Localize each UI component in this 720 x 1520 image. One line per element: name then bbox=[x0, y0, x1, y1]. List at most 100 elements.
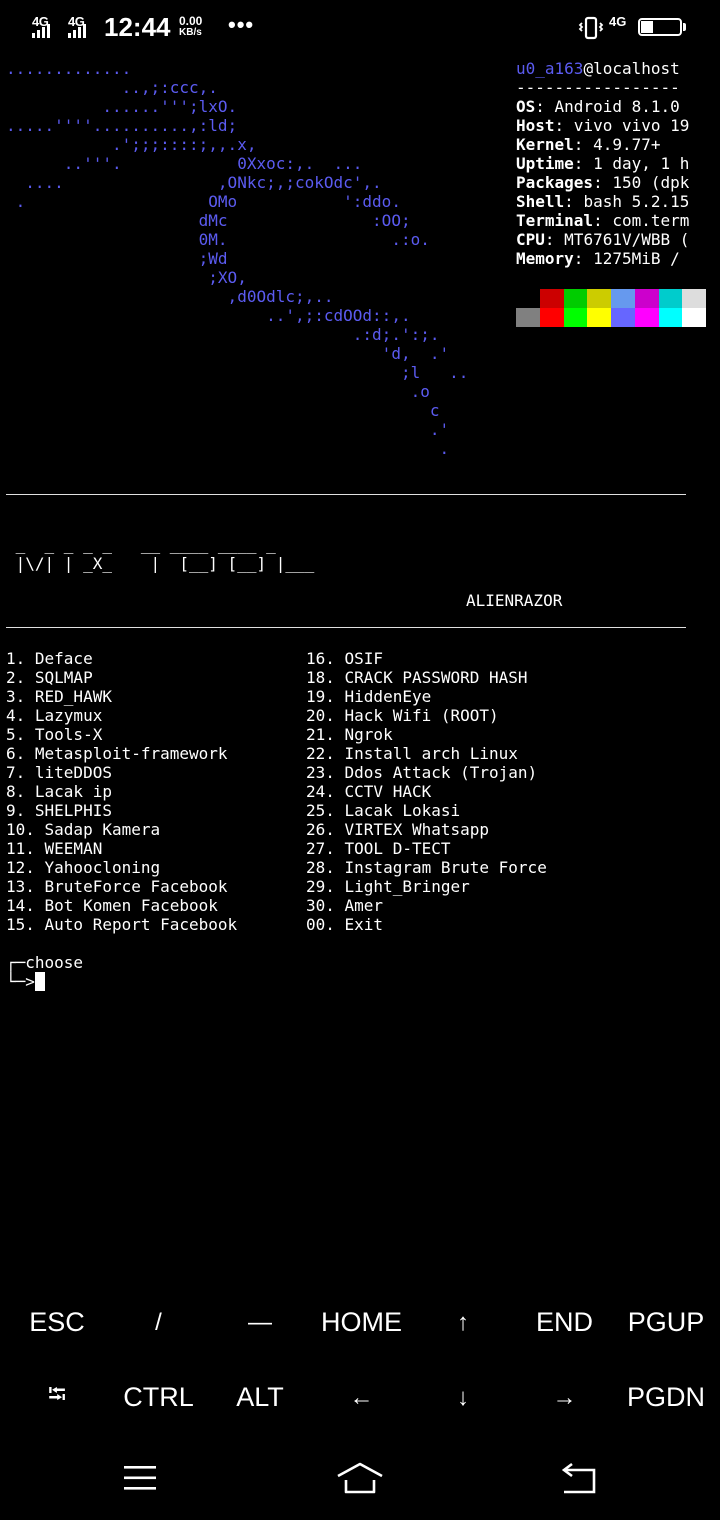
menu-item: 2. SQLMAP bbox=[6, 668, 93, 687]
info-key: Uptime bbox=[516, 154, 574, 173]
info-row: Shell: bash 5.2.15 bbox=[516, 192, 716, 211]
right-arrow-key[interactable]: → bbox=[514, 1360, 616, 1435]
info-key: Packages bbox=[516, 173, 594, 192]
home-icon[interactable] bbox=[330, 1456, 390, 1500]
ascii-logo-line: ..',;:cdOOd::,. bbox=[6, 306, 411, 325]
ascii-logo-line: 'd, .' bbox=[6, 344, 450, 363]
slash-key[interactable]: / bbox=[108, 1285, 210, 1360]
palette-swatch bbox=[587, 308, 611, 327]
info-value: : 150 (dpk bbox=[593, 173, 690, 192]
menu-item: 8. Lacak ip bbox=[6, 782, 112, 801]
esc-key[interactable]: ESC bbox=[6, 1285, 108, 1360]
info-row: CPU: MT6761V/WBB ( bbox=[516, 230, 716, 249]
ascii-logo-line: ..'''. 0Xxoc:,. ... bbox=[6, 154, 363, 173]
info-key: Shell bbox=[516, 192, 565, 211]
palette-swatch bbox=[658, 308, 683, 327]
menu-item: 30. Amer bbox=[306, 896, 384, 915]
info-value: : bash 5.2.15 bbox=[564, 192, 690, 211]
end-key[interactable]: END bbox=[514, 1285, 616, 1360]
info-row: OS: Android 8.1.0 bbox=[516, 97, 716, 116]
alt-key[interactable]: ALT bbox=[209, 1360, 311, 1435]
brand-label: ALIENRAZOR bbox=[466, 591, 563, 610]
menu-item: 13. BruteForce Facebook bbox=[6, 877, 228, 896]
pgdn-key[interactable]: PGDN bbox=[615, 1360, 717, 1435]
back-icon[interactable] bbox=[550, 1456, 610, 1500]
info-key: CPU bbox=[516, 230, 545, 249]
palette-swatch bbox=[587, 289, 611, 308]
info-value: : Android 8.1.0 bbox=[535, 97, 680, 116]
menu-item: 5. Tools-X bbox=[6, 725, 103, 744]
menu-list-right: 16. OSIF 18. CRACK PASSWORD HASH 19. Hidde… bbox=[306, 649, 547, 934]
info-row: Terminal: com.term bbox=[516, 211, 716, 230]
username: u0_a163 bbox=[516, 59, 584, 78]
info-row: Kernel: 4.9.77+ bbox=[516, 135, 716, 154]
menu-item: 6. Metasploit-framework bbox=[6, 744, 228, 763]
menu-item: 3. RED_HAWK bbox=[6, 687, 112, 706]
ascii-logo-line: .... ,ONkc;,;cokOdc',. bbox=[6, 173, 382, 192]
info-value: : 1275MiB / bbox=[573, 249, 680, 268]
info-rows: OS: Android 8.1.0 Host: vivo vivo 19 Kerne… bbox=[516, 97, 716, 268]
ascii-logo-line: .o bbox=[6, 382, 430, 401]
info-key: Kernel bbox=[516, 135, 574, 154]
info-value: : MT6761V/WBB ( bbox=[544, 230, 690, 249]
menu-item: 20. Hack Wifi (ROOT) bbox=[306, 706, 499, 725]
info-key: Memory bbox=[516, 249, 574, 268]
banner-line: |\/| | _X_ | [__] [__] |___ bbox=[6, 554, 315, 573]
info-value: : 4.9.77+ bbox=[573, 135, 661, 154]
ascii-logo-line: ;XO, bbox=[6, 268, 247, 287]
prompt-input[interactable]: └─> bbox=[6, 972, 83, 991]
info-value: : com.term bbox=[593, 211, 690, 230]
banner-line: _ _ _ _ _ __ ____ ____ _ bbox=[6, 535, 276, 554]
divider-bottom bbox=[6, 627, 686, 628]
ascii-logo-line: .';;;::::;,,.x, bbox=[6, 135, 257, 154]
down-arrow-key[interactable]: ↓ bbox=[412, 1360, 514, 1435]
input-prompt[interactable]: ┌─choose └─> bbox=[6, 953, 83, 991]
menu-item: 23. Ddos Attack (Trojan) bbox=[306, 763, 538, 782]
palette-swatch bbox=[682, 289, 706, 308]
info-row: Uptime: 1 day, 1 h bbox=[516, 154, 716, 173]
ascii-logo-line: ......''';lxO. bbox=[6, 97, 238, 116]
extra-keys-bar: ESC / — HOME ↑ END PGUP ⭾ CTRL ALT ← ↓ → PGDN bbox=[0, 1285, 720, 1435]
palette-swatch bbox=[516, 289, 540, 308]
info-value: : vivo vivo 19 bbox=[554, 116, 690, 135]
palette-swatch bbox=[516, 308, 540, 327]
tab-key[interactable]: ⭾ bbox=[6, 1360, 108, 1435]
info-key: Host bbox=[516, 116, 555, 135]
palette-swatch bbox=[611, 289, 635, 308]
color-palette bbox=[516, 289, 706, 327]
pgup-key[interactable]: PGUP bbox=[615, 1285, 717, 1360]
menu-icon[interactable] bbox=[110, 1456, 170, 1500]
menu-item: 25. Lacak Lokasi bbox=[306, 801, 461, 820]
ascii-logo-line: ;l .. bbox=[6, 363, 469, 382]
menu-item: 26. VIRTEX Whatsapp bbox=[306, 820, 490, 839]
palette-swatch bbox=[539, 289, 564, 308]
menu-item: 1. Deface bbox=[6, 649, 93, 668]
palette-swatch bbox=[539, 308, 564, 327]
menu-item: 00. Exit bbox=[306, 915, 384, 934]
menu-item: 14. Bot Komen Facebook bbox=[6, 896, 218, 915]
menu-item: 4. Lazymux bbox=[6, 706, 103, 725]
menu-item: 19. HiddenEye bbox=[306, 687, 432, 706]
left-arrow-key[interactable]: ← bbox=[311, 1360, 413, 1435]
menu-item: 28. Instagram Brute Force bbox=[306, 858, 547, 877]
menu-item: 16. OSIF bbox=[306, 649, 384, 668]
palette-swatch bbox=[634, 289, 659, 308]
info-value: : 1 day, 1 h bbox=[573, 154, 690, 173]
text-cursor bbox=[34, 972, 45, 991]
terminal-view[interactable]: ............. ..,;:ccc,. ......''';lxO..… bbox=[0, 0, 720, 1290]
menu-item: 9. SHELPHIS bbox=[6, 801, 112, 820]
palette-swatch bbox=[658, 289, 683, 308]
palette-swatch bbox=[611, 308, 635, 327]
ascii-logo-line: ..,;:ccc,. bbox=[6, 78, 218, 97]
palette-swatch bbox=[682, 308, 706, 327]
ctrl-key[interactable]: CTRL bbox=[108, 1360, 210, 1435]
ascii-logo-line: .:d;.':;. bbox=[6, 325, 440, 344]
home-key[interactable]: HOME bbox=[311, 1285, 413, 1360]
up-arrow-key[interactable]: ↑ bbox=[412, 1285, 514, 1360]
menu-item: 11. WEEMAN bbox=[6, 839, 103, 858]
dash-key[interactable]: — bbox=[209, 1285, 311, 1360]
navigation-bar bbox=[0, 1438, 720, 1520]
ascii-logo-line: .....''''..........,:ld; bbox=[6, 116, 238, 135]
ascii-logo: ............. ..,;:ccc,. ......''';lxO..… bbox=[6, 59, 468, 458]
info-row: Memory: 1275MiB / bbox=[516, 249, 716, 268]
